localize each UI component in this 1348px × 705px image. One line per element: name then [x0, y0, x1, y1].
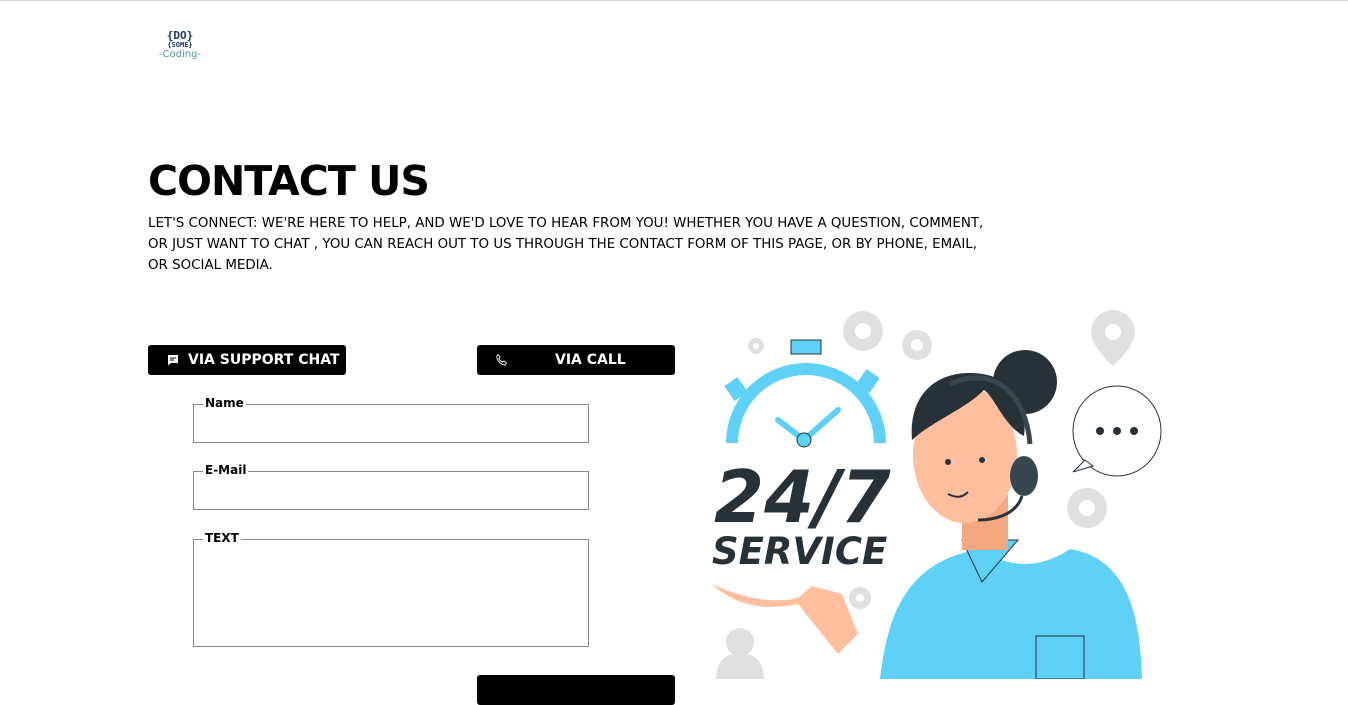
intro-text: LET'S CONNECT: WE'RE HERE TO HELP, AND W…	[148, 216, 984, 273]
user-silhouette-icon	[716, 628, 764, 679]
chat-icon	[168, 355, 178, 366]
text-label: TEXT	[203, 531, 241, 545]
call-label: VIA CALL	[555, 352, 626, 368]
top-border	[0, 0, 1348, 1]
name-label: Name	[203, 396, 246, 410]
email-label: E-Mail	[203, 463, 249, 477]
submit-button[interactable]	[477, 675, 675, 705]
service-text: SERVICE	[712, 530, 887, 573]
logo-line-1: {DO}	[166, 29, 194, 42]
logo-line-3: -Coding-	[158, 49, 202, 60]
support-chat-label: VIA SUPPORT CHAT	[188, 352, 340, 368]
site-logo[interactable]: {DO} {SOME} -Coding-	[156, 30, 204, 70]
support-chat-button[interactable]: VIA SUPPORT CHAT	[148, 345, 346, 375]
stopwatch-icon	[724, 339, 886, 448]
speech-bubble-icon	[1072, 385, 1162, 477]
page-title: CONTACT US	[148, 157, 430, 205]
call-button[interactable]: VIA CALL	[477, 345, 675, 375]
big-247-text: 24/7	[714, 455, 891, 539]
name-field[interactable]: Name	[193, 396, 589, 443]
support-247-illustration: 24/7 SERVICE	[712, 310, 1162, 679]
email-field[interactable]: E-Mail	[193, 463, 589, 510]
message-textarea[interactable]: TEXT	[193, 531, 589, 647]
phone-icon	[496, 353, 508, 366]
